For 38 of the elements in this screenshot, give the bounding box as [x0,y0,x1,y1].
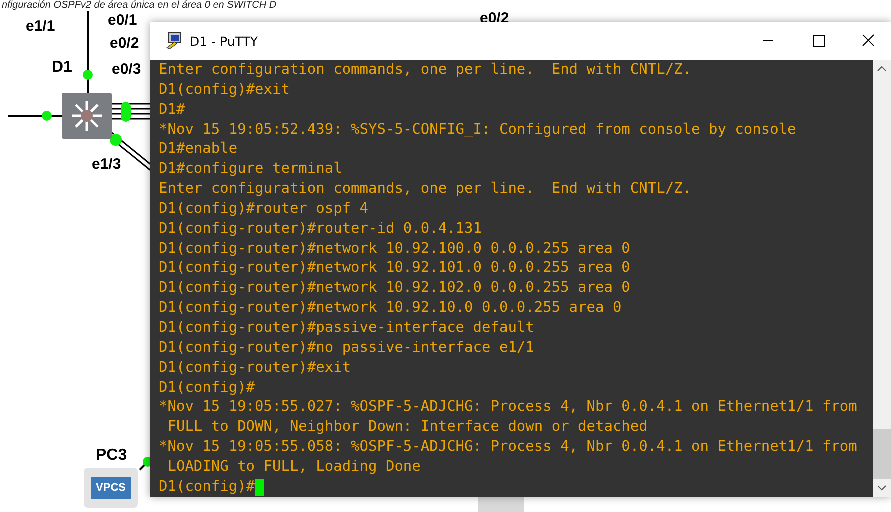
terminal-line: LOADING to FULL, Loading Done [166,458,422,477]
terminal-line: D1(config-router)#passive-interface default [159,318,536,338]
terminal-line: *Nov 15 19:05:55.027: %OSPF-5-ADJCHG: Process 4, Nbr 0.0.4.1 on Ethernet1/1 from [159,398,858,418]
terminal-line: D1(config-router)#network 10.92.101.0 0.0.0.255 area 0 [159,259,632,278]
scroll-thumb[interactable] [873,429,891,479]
port-label: e1/3 [92,156,122,173]
terminal-line: D1(config-router)#network 10.92.10.0 0.0.0.255 area 0 [159,299,623,318]
scrollbar[interactable] [873,60,891,497]
device-label: PC3 [96,447,128,465]
switch-icon[interactable] [62,93,112,139]
vpcs-screen: VPCS [91,477,131,499]
terminal-line: FULL to DOWN, Neighbor Down: Interface down or detached [166,418,649,438]
terminal-prompt: D1(config)# [159,478,256,497]
text-cursor [255,479,264,496]
port-label: e1/1 [26,18,56,35]
terminal-line: D1(config)#router ospf 4 [159,200,370,219]
terminal-line: D1# [159,100,186,120]
terminal-line: Enter configuration commands, one per line. End with CNTL/Z. [159,180,693,200]
terminal-line: D1(config)# [159,378,256,398]
port-label: e0/3 [112,61,142,78]
caption-text: nfiguración OSPFv2 de área única en el área 0 en SWITCH D [2,0,277,11]
terminal-line: *Nov 15 19:05:55.058: %OSPF-5-ADJCHG: Process 4, Nbr 0.0.4.1 on Ethernet1/1 from [159,438,858,458]
terminal-line: D1(config-router)#network 10.92.100.0 0.0.0.255 area 0 [159,240,632,259]
terminal-line: Enter configuration commands, one per line. End with CNTL/Z. [159,61,693,80]
terminal-line: D1(config-router)#router-id 0.0.4.131 [159,220,484,239]
terminal-line: *Nov 15 19:05:52.439: %SYS-5-CONFIG_I: Configured from console by console [159,120,798,140]
window-title: D1 - PuTTY [190,34,258,48]
terminal-line: D1(config-router)#no passive-interface e1/1 [159,338,536,358]
port-label: e0/1 [108,12,138,29]
terminal-line: D1#enable [159,140,239,160]
terminal-line: D1(config)#exit [159,80,291,100]
terminal-line: D1(config-router)#network 10.92.102.0 0.0.0.255 area 0 [159,279,632,298]
terminal-line: D1(config-router)#exit [159,358,352,378]
computer-icon [166,32,184,50]
computer-icon[interactable]: VPCS [84,468,138,508]
terminal-line: D1#configure terminal [159,160,344,180]
device-label: D1 [52,59,72,77]
port-label: e0/2 [110,35,140,52]
